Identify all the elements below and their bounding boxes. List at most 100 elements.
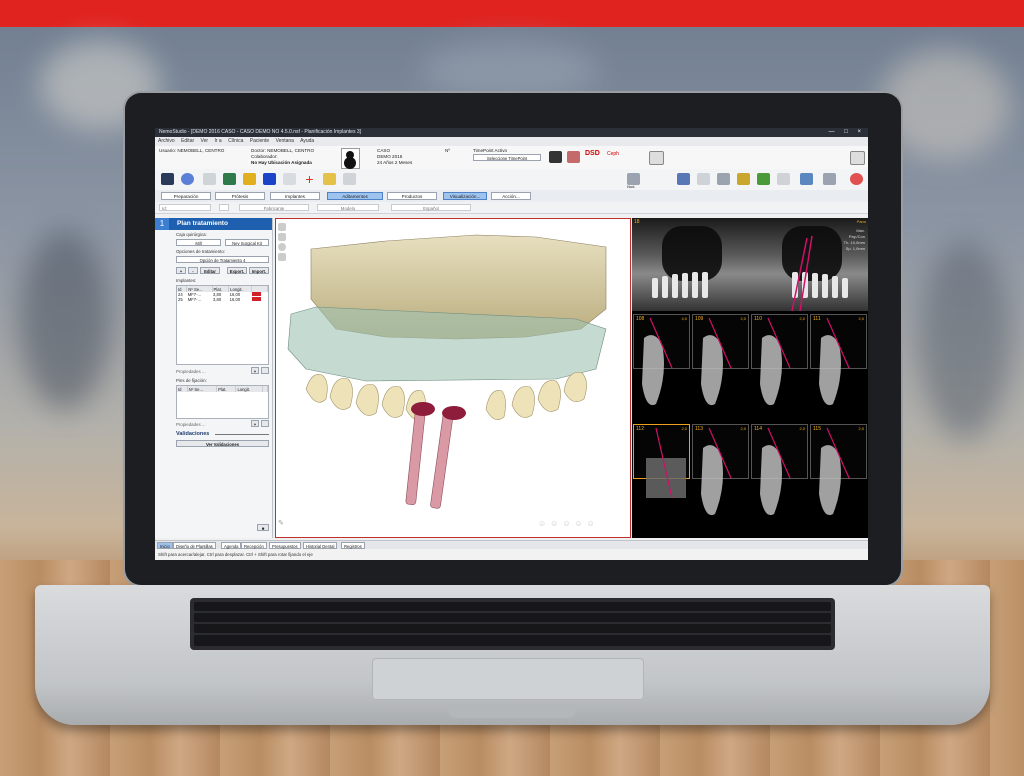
- export-button[interactable]: Export.: [227, 267, 247, 274]
- cube-icon[interactable]: [697, 173, 710, 185]
- panoramic-image: [652, 226, 848, 312]
- view-validations-button[interactable]: Ver Validaciones: [176, 440, 269, 447]
- phase-aditamentos[interactable]: Aditamentos: [327, 192, 383, 200]
- tab-diseno-plantillas[interactable]: Diseño de Plantillas: [173, 542, 216, 549]
- surgical-guide: [287, 306, 607, 382]
- add-option-button[interactable]: +: [176, 267, 186, 274]
- monitor-icon[interactable]: [800, 173, 813, 185]
- edit-button[interactable]: Editar: [200, 267, 220, 274]
- phase-visualizacion[interactable]: Visualización...: [443, 192, 487, 200]
- add-pin-button[interactable]: +: [251, 420, 259, 427]
- grid-view-icon[interactable]: [677, 173, 690, 185]
- list-icon[interactable]: [777, 173, 790, 185]
- panel-menu-button[interactable]: ■: [257, 524, 269, 531]
- pano-slice-id: 18: [634, 219, 640, 225]
- pin-properties-link[interactable]: Propiedades ...: [176, 422, 206, 427]
- camera-icon[interactable]: [850, 151, 865, 165]
- menu-ayuda[interactable]: Ayuda: [300, 138, 314, 144]
- image-tool-icon[interactable]: [223, 173, 236, 185]
- dental-arch-icon[interactable]: [567, 151, 580, 163]
- scanner-icon[interactable]: [549, 151, 562, 163]
- table-row[interactable]: 25 MF7-... 3,80 16,00: [177, 297, 268, 302]
- phase-accion[interactable]: Acción...: [491, 192, 531, 200]
- ct-slice[interactable]: 114 2,0: [751, 424, 808, 479]
- lock-icon[interactable]: [737, 173, 750, 185]
- remove-implant-button[interactable]: [261, 367, 269, 374]
- tab-recepcion[interactable]: Recepción: [241, 542, 267, 549]
- user-label: Usuario: NEMOBELL, CENTRO: [159, 148, 225, 153]
- timepoint-select[interactable]: Seleccione TimePoint: [473, 154, 541, 161]
- tab-historial-dental[interactable]: Historial Dental: [303, 542, 338, 549]
- save-icon[interactable]: [161, 173, 174, 185]
- remove-option-button[interactable]: -: [188, 267, 198, 274]
- phase-preparacion[interactable]: Preparación: [161, 192, 211, 200]
- menu-ventana[interactable]: Ventana: [276, 138, 294, 144]
- phase-implantes[interactable]: Implantes: [270, 192, 320, 200]
- rotate-icon[interactable]: [278, 243, 286, 251]
- caja-select[interactable]: Mill: [176, 239, 221, 246]
- tab-inicio[interactable]: Inicio: [157, 542, 173, 549]
- option-select[interactable]: Opción de Tratamiento 4: [176, 256, 269, 263]
- pen-icon[interactable]: ✎: [278, 519, 286, 527]
- ct-slice[interactable]: 115 2,0: [810, 424, 867, 479]
- layers-icon[interactable]: [278, 233, 286, 241]
- download-icon[interactable]: [278, 253, 286, 261]
- key-row: [194, 613, 831, 622]
- filter-dropdown[interactable]: [219, 204, 229, 211]
- tab-presupuestos[interactable]: Presupuestos: [269, 542, 301, 549]
- dsd-icon[interactable]: DSD: [585, 150, 600, 157]
- view-tool-icon[interactable]: [278, 223, 286, 231]
- ceph-icon[interactable]: Ceph: [607, 151, 619, 157]
- ct-slice[interactable]: 113 2,0: [692, 424, 749, 479]
- ct-slice[interactable]: 112 2,0: [633, 424, 690, 479]
- implants: [405, 402, 466, 509]
- pencil-icon[interactable]: [243, 173, 256, 185]
- modelo-filter[interactable]: Modelo: [317, 204, 379, 211]
- book-icon[interactable]: [823, 173, 836, 185]
- panoramic-view[interactable]: 18 Pano Max. Pay./Con Th. 10,0mm Sp. 1,0…: [632, 218, 868, 312]
- menu-editar[interactable]: Editar: [181, 138, 194, 144]
- window-controls[interactable]: — □ ×: [829, 128, 865, 137]
- select-tool-icon[interactable]: [203, 173, 216, 185]
- implant-color-swatch[interactable]: [252, 292, 262, 296]
- remove-pin-button[interactable]: [261, 420, 269, 427]
- 3d-viewer[interactable]: ✎ ☺☺☺☺☺: [275, 218, 631, 538]
- close-case-icon[interactable]: [850, 173, 863, 185]
- implants-table: Id Nº Se... Plat. Longit. 24 MF7-... 3,8…: [176, 285, 269, 365]
- crosshair-icon[interactable]: +: [303, 172, 316, 186]
- implant-color-swatch[interactable]: [252, 297, 262, 301]
- menu-clinica[interactable]: Clínica: [228, 138, 243, 144]
- id-filter[interactable]: Id:: [159, 204, 211, 211]
- fabricante-filter[interactable]: Fabricante: [239, 204, 309, 211]
- report-icon[interactable]: [757, 173, 770, 185]
- navigator-icon[interactable]: [181, 173, 194, 185]
- phase-productos[interactable]: Productos: [387, 192, 437, 200]
- ct-slice[interactable]: 110 2,0: [751, 314, 808, 369]
- ct-slice[interactable]: 111 2,0: [810, 314, 867, 369]
- orientation-icons[interactable]: ☺☺☺☺☺: [538, 519, 626, 529]
- background-blur: [920, 240, 1010, 440]
- menu-paciente[interactable]: Paciente: [250, 138, 269, 144]
- text-tool-icon[interactable]: [283, 173, 296, 185]
- brand-banner: [0, 0, 1024, 27]
- kit-select[interactable]: Nev Surgical Kit: [225, 239, 269, 246]
- implant-properties-link[interactable]: Propiedades ...: [176, 369, 206, 374]
- tab-agenda[interactable]: Agenda: [221, 542, 242, 549]
- phase-bar: Preparación Prótesis Implantes Aditament…: [155, 190, 868, 202]
- undo-icon[interactable]: [343, 173, 356, 185]
- add-implant-button[interactable]: +: [251, 367, 259, 374]
- arrow-icon[interactable]: [263, 173, 276, 185]
- import-button[interactable]: Import.: [249, 267, 269, 274]
- phase-protesis[interactable]: Prótesis: [215, 192, 265, 200]
- menu-archivo[interactable]: Archivo: [158, 138, 175, 144]
- ct-slice[interactable]: 108 4,0: [633, 314, 690, 369]
- print-icon[interactable]: [717, 173, 730, 185]
- hand-icon[interactable]: [323, 173, 336, 185]
- ct-slice[interactable]: 109 2,0: [692, 314, 749, 369]
- 3d-model: [287, 234, 607, 509]
- language-filter[interactable]: Español: [391, 204, 471, 211]
- tab-registros[interactable]: Registros: [341, 542, 365, 549]
- document-icon[interactable]: [649, 151, 664, 165]
- menu-ver[interactable]: Ver: [201, 138, 209, 144]
- menu-ir-a[interactable]: Ir a: [214, 138, 221, 144]
